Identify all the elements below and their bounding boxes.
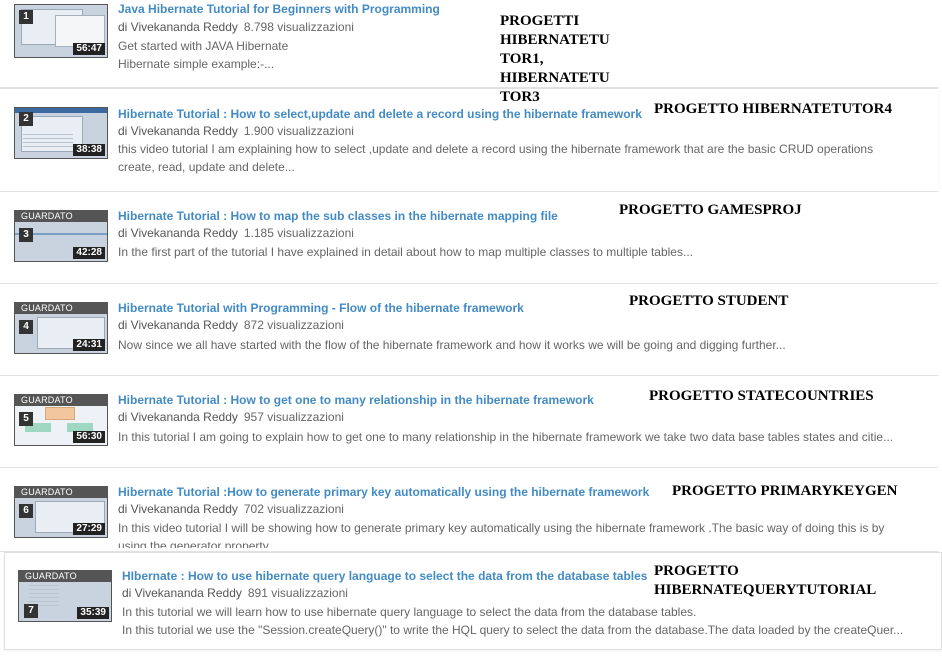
- playlist-index: 3: [19, 228, 33, 242]
- description-line: In this tutorial I am going to explain h…: [118, 430, 894, 444]
- playlist-index: 6: [19, 504, 33, 518]
- view-count: 891 visualizzazioni: [247, 586, 348, 600]
- video-author[interactable]: di Vivekananda Reddy: [118, 410, 238, 424]
- video-meta: di Vivekananda Reddy 872 visualizzazioni: [118, 318, 344, 332]
- video-author[interactable]: di Vivekananda Reddy: [118, 20, 238, 34]
- thumbnail-image: [45, 407, 75, 420]
- thumbnail-image: [23, 134, 73, 148]
- description-line: this video tutorial I am explaining how …: [118, 142, 874, 156]
- video-meta: di Vivekananda Reddy 702 visualizzazioni: [118, 502, 344, 516]
- playlist-index: 4: [19, 320, 33, 334]
- video-author[interactable]: di Vivekananda Reddy: [118, 124, 238, 138]
- video-thumbnail[interactable]: 2 38:38: [14, 107, 108, 159]
- video-description: Now since we all have started with the f…: [118, 336, 918, 354]
- description-line: Now since we all have started with the f…: [118, 338, 786, 352]
- video-author[interactable]: di Vivekananda Reddy: [118, 502, 238, 516]
- watched-badge: GUARDATO: [15, 303, 107, 314]
- project-note-line: PROGETTO: [654, 563, 739, 579]
- video-title-link[interactable]: Hibernate Tutorial : How to select,updat…: [118, 107, 642, 121]
- project-note-7: PROGETTO HIBERNATEQUERYTUTORIAL: [654, 562, 876, 600]
- playlist-index: 2: [19, 112, 33, 126]
- video-duration: 24:31: [73, 339, 105, 351]
- video-duration: 38:38: [73, 144, 105, 156]
- video-title-link[interactable]: Hibernate Tutorial with Programming - Fl…: [118, 301, 524, 315]
- project-note-line: HIBERNATETU: [500, 32, 610, 48]
- project-note-1: PROGETTI HIBERNATETU TOR1, HIBERNATETU T…: [500, 12, 610, 107]
- video-thumbnail[interactable]: GUARDATO 7 35:39: [18, 570, 112, 622]
- watched-badge: GUARDATO: [15, 211, 107, 222]
- video-thumbnail[interactable]: GUARDATO 6 27:29: [14, 486, 108, 538]
- project-note-6: PROGETTO PRIMARYKEYGEN: [672, 483, 898, 499]
- project-note-line: HIBERNATETU: [500, 70, 610, 86]
- video-title-link[interactable]: Java Hibernate Tutorial for Beginners wi…: [118, 2, 440, 16]
- project-note-line: TOR1,: [500, 51, 544, 67]
- description-line: In this tutorial we will learn how to us…: [122, 605, 697, 619]
- description-line: using the generator property...: [118, 539, 278, 548]
- view-count: 1.185 visualizzazioni: [243, 226, 354, 240]
- video-duration: 27:29: [73, 523, 105, 535]
- video-description: this video tutorial I am explaining how …: [118, 140, 918, 176]
- watched-badge: GUARDATO: [15, 487, 107, 498]
- view-count: 1.900 visualizzazioni: [243, 124, 354, 138]
- playlist-index: 5: [19, 412, 33, 426]
- project-note-line: PROGETTI: [500, 13, 580, 29]
- view-count: 957 visualizzazioni: [243, 410, 344, 424]
- video-meta: di Vivekananda Reddy 891 visualizzazioni: [122, 586, 348, 600]
- watched-badge: GUARDATO: [15, 395, 107, 406]
- watched-badge: GUARDATO: [19, 571, 111, 582]
- video-thumbnail[interactable]: GUARDATO 3 42:28: [14, 210, 108, 262]
- view-count: 8.798 visualizzazioni: [243, 20, 354, 34]
- video-title-link[interactable]: HIbernate : How to use hibernate query l…: [122, 569, 647, 583]
- video-meta: di Vivekananda Reddy 1.900 visualizzazion…: [118, 124, 354, 138]
- video-author[interactable]: di Vivekananda Reddy: [122, 586, 242, 600]
- video-duration: 56:47: [73, 43, 105, 55]
- video-title-link[interactable]: Hibernate Tutorial : How to map the sub …: [118, 209, 558, 223]
- project-note-5: PROGETTO STATECOUNTRIES: [649, 388, 874, 404]
- video-title-link[interactable]: Hibernate Tutorial :How to generate prim…: [118, 485, 649, 499]
- video-duration: 42:28: [73, 247, 105, 259]
- video-meta: di Vivekananda Reddy 8.798 visualizzazion…: [118, 20, 354, 34]
- video-description: In this video tutorial I will be showing…: [118, 519, 918, 548]
- video-meta: di Vivekananda Reddy 1.185 visualizzazion…: [118, 226, 354, 240]
- video-author[interactable]: di Vivekananda Reddy: [118, 318, 238, 332]
- playlist-index: 1: [19, 10, 33, 24]
- video-description: In the first part of the tutorial I have…: [118, 243, 918, 261]
- video-thumbnail[interactable]: GUARDATO 5 56:30: [14, 394, 108, 446]
- project-note-2: PROGETTO HIBERNATETUTOR4: [654, 101, 892, 117]
- video-description: In this tutorial I am going to explain h…: [118, 428, 918, 446]
- video-meta: di Vivekananda Reddy 957 visualizzazioni: [118, 410, 344, 424]
- video-thumbnail[interactable]: 1 56:47: [14, 4, 108, 58]
- video-title-link[interactable]: Hibernate Tutorial : How to get one to m…: [118, 393, 594, 407]
- project-note-line: HIBERNATEQUERYTUTORIAL: [654, 582, 877, 598]
- project-note-3: PROGETTO GAMESPROJ: [619, 202, 802, 218]
- project-note-4: PROGETTO STUDENT: [629, 293, 789, 309]
- project-note-line: TOR3: [500, 89, 540, 105]
- video-item[interactable]: GUARDATO 6 27:29 Hibernate Tutorial :How…: [0, 468, 938, 552]
- video-description: In this tutorial we will learn how to us…: [122, 603, 922, 639]
- video-item[interactable]: 1 56:47 Java Hibernate Tutorial for Begi…: [0, 0, 938, 88]
- video-author[interactable]: di Vivekananda Reddy: [118, 226, 238, 240]
- video-item[interactable]: GUARDATO 4 24:31 Hibernate Tutorial with…: [0, 284, 938, 376]
- view-count: 702 visualizzazioni: [243, 502, 344, 516]
- playlist-index: 7: [24, 604, 38, 618]
- description-line: create, read, update and delete...: [118, 160, 295, 174]
- video-thumbnail[interactable]: GUARDATO 4 24:31: [14, 302, 108, 354]
- video-duration: 35:39: [77, 607, 109, 619]
- description-line: In this video tutorial I will be showing…: [118, 521, 885, 535]
- view-count: 872 visualizzazioni: [243, 318, 344, 332]
- video-duration: 56:30: [73, 431, 105, 443]
- description-line: In the first part of the tutorial I have…: [118, 245, 693, 259]
- description-line: In this tutorial we use the "Session.cre…: [122, 623, 904, 637]
